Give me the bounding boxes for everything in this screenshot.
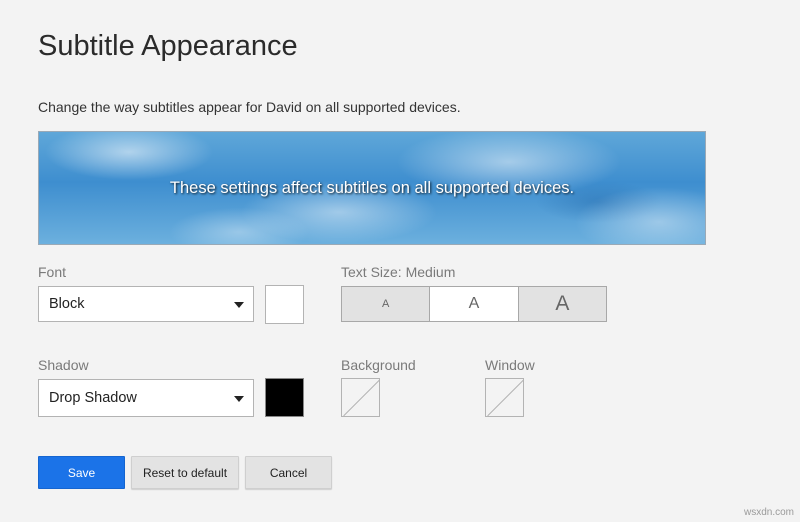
text-size-small-button[interactable]: A bbox=[342, 287, 430, 321]
chevron-down-icon bbox=[234, 302, 244, 308]
shadow-color-swatch[interactable] bbox=[265, 378, 304, 417]
font-label: Font bbox=[38, 264, 67, 280]
font-select-value: Block bbox=[49, 296, 85, 312]
text-size-medium-button[interactable]: A bbox=[429, 287, 518, 321]
background-label: Background bbox=[341, 357, 416, 373]
text-size-selector: A A A bbox=[341, 286, 607, 322]
subtitle-preview: These settings affect subtitles on all s… bbox=[38, 131, 706, 245]
font-color-swatch[interactable] bbox=[265, 285, 304, 324]
text-size-label: Text Size: Medium bbox=[341, 264, 456, 280]
chevron-down-icon bbox=[234, 396, 244, 402]
reset-to-default-button[interactable]: Reset to default bbox=[131, 456, 239, 489]
window-label: Window bbox=[485, 357, 535, 373]
preview-text: These settings affect subtitles on all s… bbox=[169, 178, 575, 197]
shadow-select-value: Drop Shadow bbox=[49, 390, 137, 406]
page-description: Change the way subtitles appear for Davi… bbox=[38, 99, 461, 115]
text-size-large-button[interactable]: A bbox=[517, 287, 606, 321]
cancel-button[interactable]: Cancel bbox=[245, 456, 332, 489]
watermark: wsxdn.com bbox=[743, 507, 794, 518]
window-color-swatch[interactable] bbox=[485, 378, 524, 417]
page-title: Subtitle Appearance bbox=[38, 30, 298, 62]
shadow-select[interactable]: Drop Shadow bbox=[38, 379, 254, 417]
shadow-label: Shadow bbox=[38, 357, 89, 373]
background-color-swatch[interactable] bbox=[341, 378, 380, 417]
save-button[interactable]: Save bbox=[38, 456, 125, 489]
font-select[interactable]: Block bbox=[38, 286, 254, 322]
